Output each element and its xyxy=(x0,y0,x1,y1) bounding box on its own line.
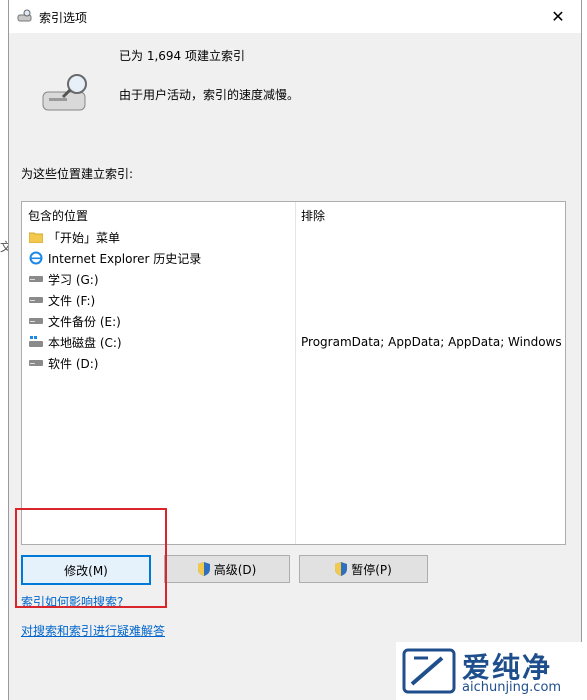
system-drive-icon xyxy=(28,335,44,349)
list-item-drive-c[interactable]: 本地磁盘 (C:) xyxy=(28,332,122,352)
drive-icon xyxy=(28,314,44,328)
shield-icon xyxy=(335,562,348,576)
indexing-app-icon xyxy=(17,9,33,26)
highlight-annotation-box xyxy=(15,508,167,608)
column-header-excluded: 排除 xyxy=(301,209,326,223)
locations-label: 为这些位置建立索引: xyxy=(21,167,134,181)
pause-button-label: 暂停(P) xyxy=(351,562,392,577)
list-item-start-menu[interactable]: 「开始」菜单 xyxy=(28,227,120,247)
list-item-label: 软件 (D:) xyxy=(48,356,99,371)
troubleshoot-link[interactable]: 对搜索和索引进行疑难解答 xyxy=(21,622,165,639)
indexing-drive-icon xyxy=(39,72,95,119)
column-divider xyxy=(295,202,296,544)
advanced-button-label: 高级(D) xyxy=(213,562,257,577)
list-item-label: Internet Explorer 历史记录 xyxy=(48,251,202,266)
list-item-drive-g[interactable]: 学习 (G:) xyxy=(28,269,99,289)
indexed-locations-list[interactable]: 包含的位置 排除 「开始」菜单 Internet Explorer 历史记录 学… xyxy=(21,201,566,545)
drive-icon xyxy=(28,272,44,286)
pause-button[interactable]: 暂停(P) xyxy=(299,555,428,583)
folder-icon xyxy=(28,230,44,244)
list-item-ie-history[interactable]: Internet Explorer 历史记录 xyxy=(28,248,201,268)
drive-icon xyxy=(28,356,44,370)
watermark: 爱纯净 aichunjing.com xyxy=(396,642,587,700)
indexing-options-dialog: 索引选项 ✕ 已为 1,694 项建立索引 由于用户活动，索引的速度减慢。 为这… xyxy=(8,0,582,700)
window-title: 索引选项 xyxy=(39,11,88,25)
watermark-url: aichunjing.com xyxy=(462,680,562,695)
ie-icon xyxy=(28,251,44,265)
list-item-drive-d[interactable]: 软件 (D:) xyxy=(28,353,98,373)
indexed-count-text: 已为 1,694 项建立索引 xyxy=(119,49,245,63)
list-item-label: 本地磁盘 (C:) xyxy=(48,335,122,350)
excluded-value-c: ProgramData; AppData; AppData; Windows xyxy=(301,335,562,349)
advanced-button[interactable]: 高级(D) xyxy=(164,555,290,583)
list-item-drive-e[interactable]: 文件备份 (E:) xyxy=(28,311,121,331)
column-header-included: 包含的位置 xyxy=(28,209,89,223)
title-bar: 索引选项 ✕ xyxy=(9,0,581,33)
list-item-label: 文件备份 (E:) xyxy=(48,314,121,329)
watermark-logo-icon xyxy=(402,648,456,697)
close-button[interactable]: ✕ xyxy=(535,0,581,33)
drive-icon xyxy=(28,293,44,307)
index-speed-note: 由于用户活动，索引的速度减慢。 xyxy=(119,88,300,102)
shield-icon xyxy=(197,562,210,576)
list-item-label: 文件 (F:) xyxy=(48,293,96,308)
list-item-label: 学习 (G:) xyxy=(48,272,99,287)
list-item-label: 「开始」菜单 xyxy=(48,230,121,245)
list-item-drive-f[interactable]: 文件 (F:) xyxy=(28,290,95,310)
